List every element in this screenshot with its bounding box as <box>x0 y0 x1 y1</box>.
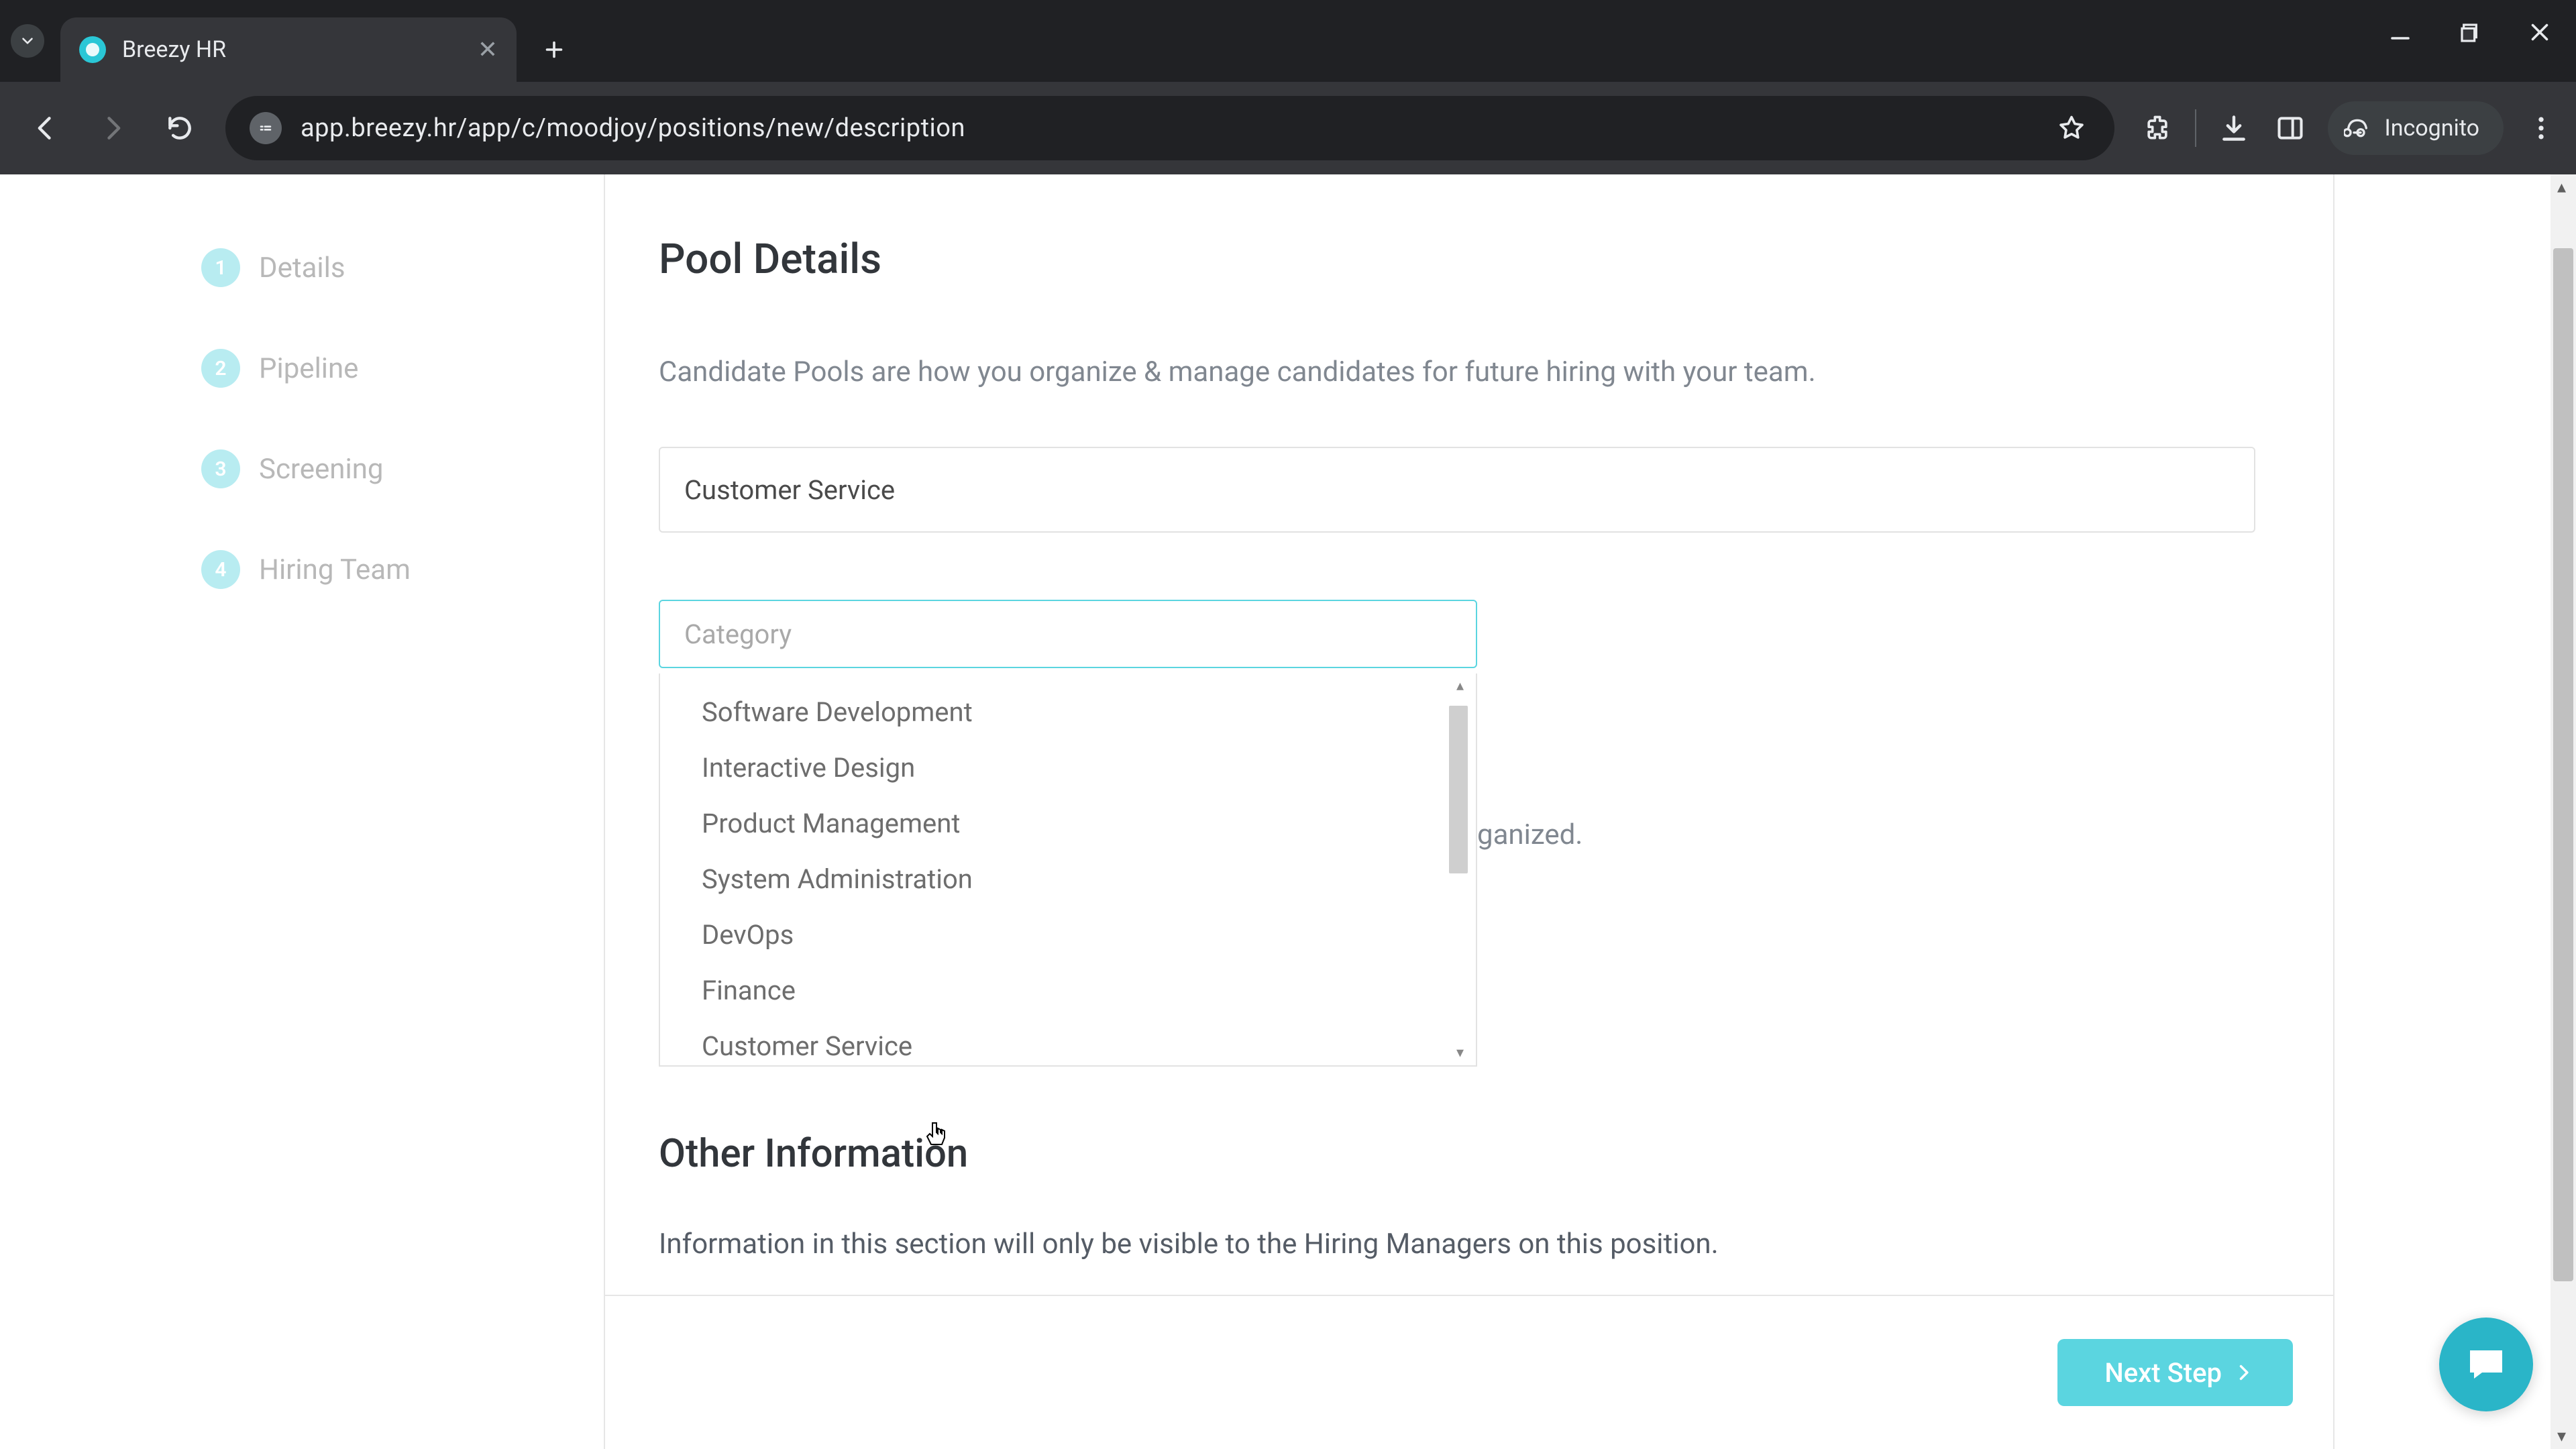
step-pipeline[interactable]: 2 Pipeline <box>201 349 564 388</box>
step-number: 2 <box>201 349 240 388</box>
side-panel-icon[interactable] <box>2271 109 2309 147</box>
other-information-section: Other Information Information in this se… <box>659 1131 2255 1266</box>
form-footer: Next Step <box>605 1295 2333 1449</box>
scroll-up-icon[interactable]: ▴ <box>2557 177 2566 197</box>
category-option[interactable]: Product Management <box>660 796 1476 851</box>
step-screening[interactable]: 3 Screening <box>201 449 564 488</box>
bookmark-star-icon[interactable] <box>2053 109 2090 147</box>
dropdown-list: Software Development Interactive Design … <box>660 674 1476 1067</box>
step-number: 1 <box>201 248 240 287</box>
kebab-menu-icon[interactable] <box>2522 109 2560 147</box>
page-content: 1 Details 2 Pipeline 3 Screening 4 Hirin… <box>0 174 2576 1449</box>
category-dropdown: ▴ Software Development Interactive Desig… <box>659 674 1477 1067</box>
new-tab-button[interactable] <box>533 28 576 71</box>
minimize-icon[interactable] <box>2388 20 2412 50</box>
forward-button[interactable] <box>83 99 142 158</box>
section-heading: Other Information <box>659 1131 2255 1177</box>
address-bar: app.breezy.hr/app/c/moodjoy/positions/ne… <box>0 82 2576 174</box>
chevron-right-icon <box>2234 1363 2253 1382</box>
step-label: Hiring Team <box>259 553 411 586</box>
toolbar-right: Incognito <box>2139 101 2560 155</box>
chat-icon <box>2462 1340 2510 1389</box>
category-option[interactable]: Interactive Design <box>660 740 1476 796</box>
wizard-steps: 1 Details 2 Pipeline 3 Screening 4 Hirin… <box>0 174 604 1449</box>
step-number: 4 <box>201 550 240 589</box>
chat-widget-button[interactable] <box>2439 1318 2533 1411</box>
site-settings-icon[interactable] <box>250 112 282 144</box>
page-scrollbar[interactable]: ▴ ▾ <box>2551 174 2576 1449</box>
dropdown-scrollbar[interactable] <box>1449 706 1468 873</box>
extensions-icon[interactable] <box>2139 109 2176 147</box>
dropdown-scroll-down-icon[interactable]: ▾ <box>1456 1044 1464 1061</box>
page-subtitle: Candidate Pools are how you organize & m… <box>659 351 2255 393</box>
category-placeholder: Category <box>684 619 792 650</box>
tab-search-button[interactable] <box>11 24 44 58</box>
pool-name-input[interactable]: Customer Service <box>659 447 2255 533</box>
next-step-button[interactable]: Next Step <box>2057 1339 2293 1406</box>
category-option[interactable]: DevOps <box>660 907 1476 963</box>
category-select-wrap: Category ▴ Software Development Interact… <box>659 600 1477 668</box>
step-hiring-team[interactable]: 4 Hiring Team <box>201 550 564 589</box>
category-option[interactable]: Customer Service <box>660 1018 1476 1067</box>
scroll-down-icon[interactable]: ▾ <box>2557 1426 2566 1446</box>
omnibox[interactable]: app.breezy.hr/app/c/moodjoy/positions/ne… <box>225 96 2114 160</box>
step-details[interactable]: 1 Details <box>201 248 564 287</box>
url-text: app.breezy.hr/app/c/moodjoy/positions/ne… <box>301 113 2034 143</box>
category-option[interactable]: Software Development <box>660 684 1476 740</box>
content-divider-right <box>2333 174 2334 1449</box>
close-window-icon[interactable] <box>2528 20 2552 50</box>
category-option[interactable]: System Administration <box>660 851 1476 907</box>
obscured-text-fragment: ganized. <box>1477 818 1582 851</box>
step-label: Details <box>259 252 345 284</box>
incognito-label: Incognito <box>2384 115 2479 142</box>
page-title: Pool Details <box>659 235 2255 284</box>
pool-name-value: Customer Service <box>684 474 895 506</box>
maximize-icon[interactable] <box>2459 21 2481 50</box>
browser-chrome: Breezy HR ✕ <box>0 0 2576 174</box>
tab-title: Breezy HR <box>122 36 462 63</box>
step-number: 3 <box>201 449 240 488</box>
active-tab[interactable]: Breezy HR ✕ <box>60 17 517 82</box>
back-button[interactable] <box>16 99 75 158</box>
section-subtext: Information in this section will only be… <box>659 1222 1786 1266</box>
close-tab-icon[interactable]: ✕ <box>478 36 498 64</box>
dropdown-scroll-up-icon[interactable]: ▴ <box>1456 678 1464 694</box>
favicon-icon <box>79 36 106 63</box>
scrollbar-thumb[interactable] <box>2553 248 2573 1281</box>
toolbar-divider <box>2195 109 2196 147</box>
next-step-label: Next Step <box>2104 1357 2222 1389</box>
form-main: Pool Details Candidate Pools are how you… <box>605 174 2309 1449</box>
category-select[interactable]: Category <box>659 600 1477 668</box>
tabstrip: Breezy HR ✕ <box>0 0 2576 82</box>
downloads-icon[interactable] <box>2215 109 2253 147</box>
incognito-indicator[interactable]: Incognito <box>2328 101 2504 155</box>
reload-button[interactable] <box>150 99 209 158</box>
window-controls <box>2388 20 2552 50</box>
step-label: Screening <box>259 453 384 486</box>
category-option[interactable]: Finance <box>660 963 1476 1018</box>
step-label: Pipeline <box>259 352 358 385</box>
